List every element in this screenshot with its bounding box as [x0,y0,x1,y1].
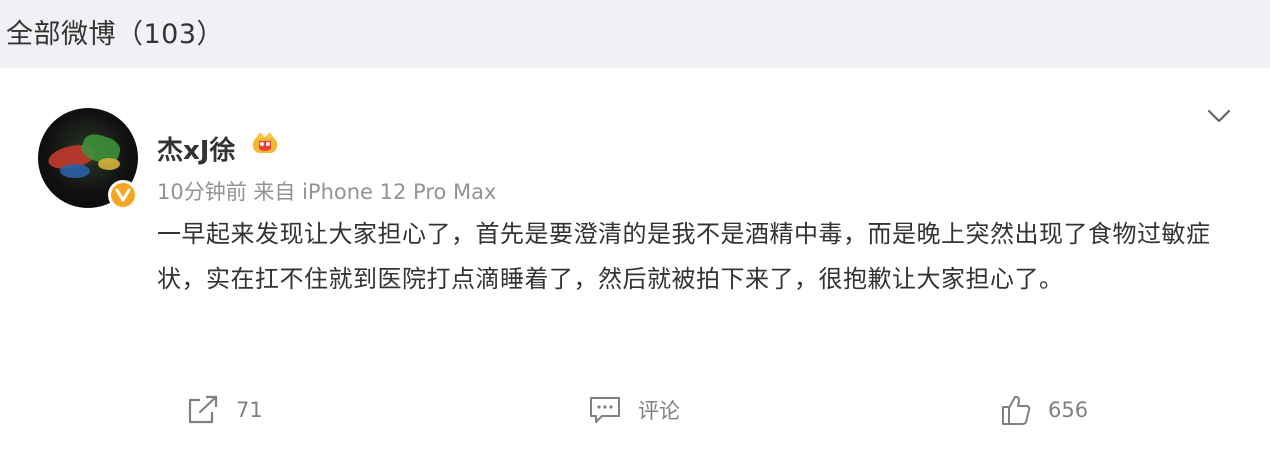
username[interactable]: 杰xJ徐 [157,130,235,167]
comment-button[interactable]: 评论 [588,386,680,434]
post-content: 一早起来发现让大家担心了，首先是要澄清的是我不是酒精中毒，而是晚上突然出现了食物… [157,220,1211,293]
verified-v-glyph [115,188,131,202]
comment-icon [590,397,620,423]
page-title: 全部微博（103） [6,19,225,50]
verified-badge-icon [108,180,138,210]
action-bar: 71 评论 656 [0,386,1270,434]
like-count: 656 [1048,398,1089,422]
repost-button[interactable]: 71 [186,386,263,434]
avatar-shape [60,164,90,178]
comment-label: 评论 [638,399,680,423]
avatar-shape [98,158,120,170]
post-meta: 10分钟前 来自 iPhone 12 Pro Max [157,180,497,204]
chevron-down-icon[interactable] [1204,104,1234,128]
weibo-post-card: 杰xJ徐 10分钟前 来自 iPhone 12 Pro Max 一早起来发现让大… [0,68,1270,452]
page-header: 全部微博（103） [0,0,1270,64]
share-icon [188,395,218,424]
crown-icon[interactable] [250,128,280,158]
thumbs-up-icon [1002,395,1031,425]
repost-count: 71 [236,398,263,422]
like-button[interactable]: 656 [1000,386,1088,434]
